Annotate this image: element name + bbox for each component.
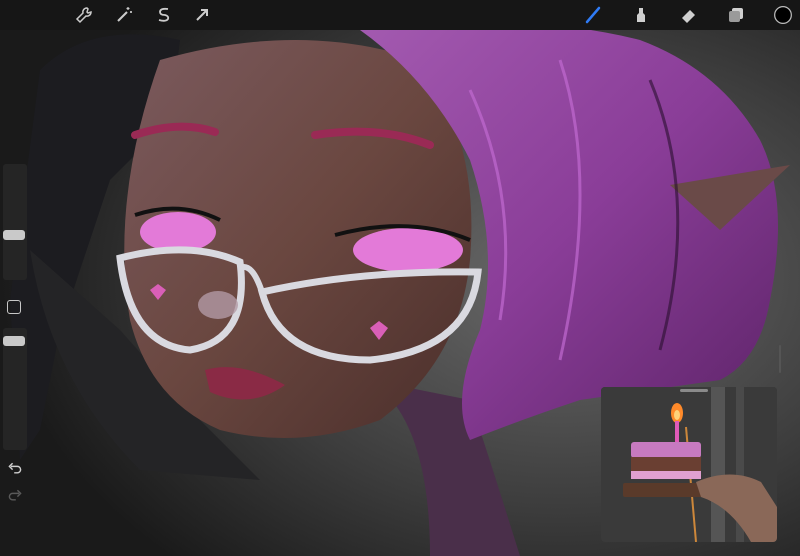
reference-image [601,387,777,542]
color-swatch-icon[interactable] [771,3,795,27]
wrench-icon[interactable] [72,3,96,27]
reference-window[interactable] [601,387,777,542]
brush-icon[interactable] [581,3,605,27]
undo-icon[interactable] [5,460,25,476]
magic-wand-icon[interactable] [112,3,136,27]
arrow-cursor-icon[interactable] [190,3,214,27]
left-sidebar [0,160,30,510]
eraser-icon[interactable] [676,3,700,27]
layers-icon[interactable] [724,3,748,27]
smudge-icon[interactable] [628,3,652,27]
opacity-thumb[interactable] [3,336,25,346]
opacity-slider[interactable] [3,328,27,450]
eye-left [140,212,216,252]
reference-window-handle[interactable] [680,389,708,392]
canvas-scroll-indicator [779,345,781,373]
redo-icon[interactable] [5,487,25,503]
eye-right [353,228,463,272]
modify-button[interactable] [7,300,21,314]
selection-s-icon[interactable] [152,3,176,27]
nose [198,291,238,319]
top-toolbar [0,0,800,30]
brush-size-thumb[interactable] [3,230,25,240]
brush-size-slider[interactable] [3,164,27,280]
